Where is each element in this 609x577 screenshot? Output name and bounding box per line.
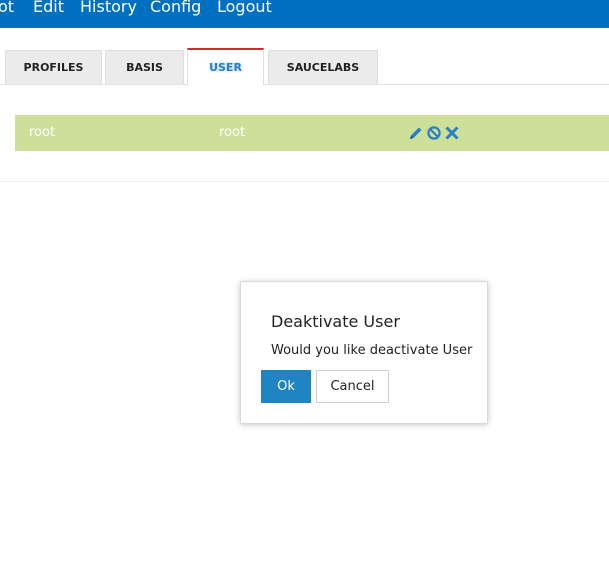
block-icon[interactable] xyxy=(426,125,442,141)
username-cell: root xyxy=(29,125,56,140)
tab-saucelabs-label: SAUCELABS xyxy=(286,61,360,74)
tab-basis[interactable]: BASIS xyxy=(105,50,184,84)
tab-basis-label: BASIS xyxy=(126,61,163,74)
menu-item-root[interactable]: ot xyxy=(0,0,14,19)
deactivate-user-dialog: Deaktivate User Would you like deactivat… xyxy=(240,281,488,424)
menu-item-config[interactable]: Config xyxy=(150,0,201,19)
menu-item-history[interactable]: History xyxy=(80,0,137,19)
top-menu-bar: ot Edit History Config Logout xyxy=(0,0,609,28)
tab-strip: PROFILES BASIS USER SAUCELABS xyxy=(0,48,609,85)
tab-profiles-label: PROFILES xyxy=(23,61,84,74)
close-icon[interactable] xyxy=(444,125,460,141)
ok-button[interactable]: Ok xyxy=(261,370,311,403)
tab-saucelabs[interactable]: SAUCELABS xyxy=(268,50,378,84)
dialog-message: Would you like deactivate User xyxy=(271,343,473,358)
menu-item-edit[interactable]: Edit xyxy=(33,0,64,19)
menu-item-logout[interactable]: Logout xyxy=(217,0,272,19)
pencil-icon[interactable] xyxy=(408,125,424,141)
tab-profiles[interactable]: PROFILES xyxy=(5,50,102,84)
name-cell: root xyxy=(219,125,246,140)
tab-user-label: USER xyxy=(209,61,242,74)
table-row: root root xyxy=(15,115,609,151)
cancel-button[interactable]: Cancel xyxy=(316,370,389,403)
divider xyxy=(0,181,609,182)
tab-user[interactable]: USER xyxy=(187,48,264,85)
dialog-title: Deaktivate User xyxy=(271,312,400,331)
